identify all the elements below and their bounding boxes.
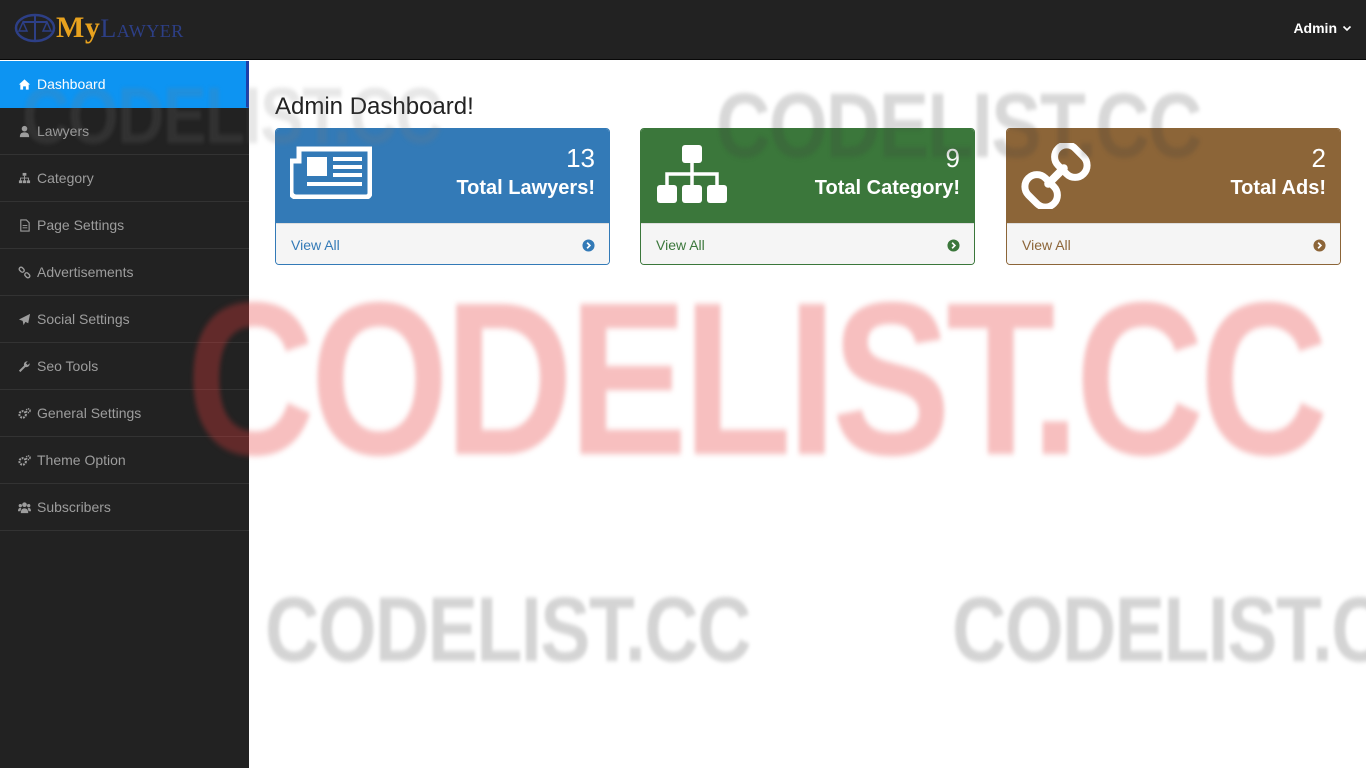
brand-my: My (56, 11, 101, 44)
view-all-label: View All (291, 237, 340, 253)
sidebar-item-category[interactable]: Category (0, 155, 249, 202)
view-all-label: View All (656, 237, 705, 253)
sidebar-item-social-settings[interactable]: Social Settings (0, 296, 249, 343)
lawyers-label: Total Lawyers! (456, 177, 595, 199)
arrow-circle-right-icon (947, 238, 960, 252)
sidebar-item-advertisements[interactable]: Advertisements (0, 249, 249, 296)
user-name: Admin (1293, 20, 1337, 36)
view-all-label: View All (1022, 237, 1071, 253)
admin-user-menu[interactable]: Admin (1293, 20, 1352, 36)
sidebar-item-seo-tools[interactable]: Seo Tools (0, 343, 249, 390)
category-view-all-link[interactable]: View All (641, 223, 974, 264)
lawyers-view-all-link[interactable]: View All (276, 223, 609, 264)
sidebar-item-label: Subscribers (37, 499, 111, 515)
sidebar-item-label: Category (37, 170, 94, 186)
sidebar-item-theme-option[interactable]: Theme Option (0, 437, 249, 484)
sidebar-item-general-settings[interactable]: General Settings (0, 390, 249, 437)
sitemap-icon (17, 171, 31, 185)
panel-heading: 9 Total Category! (641, 129, 974, 223)
sidebar-item-dashboard[interactable]: Dashboard (0, 61, 249, 108)
user-tie-icon (17, 124, 31, 138)
file-icon (17, 218, 31, 232)
ads-label: Total Ads! (1230, 177, 1326, 199)
sidebar-item-label: Page Settings (37, 217, 125, 233)
sidebar-item-label: Advertisements (37, 264, 134, 280)
sitemap-icon (657, 145, 727, 203)
scales-of-justice-icon (14, 13, 56, 43)
users-icon (17, 500, 31, 514)
ads-count: 2 (1311, 143, 1326, 173)
category-count: 9 (945, 143, 960, 173)
sidebar-item-label: Lawyers (37, 123, 90, 139)
link-icon (17, 265, 31, 279)
brand-lawyer: Lawyer (100, 14, 184, 43)
chain-link-icon (1021, 143, 1091, 209)
sidebar-item-label: Social Settings (37, 311, 130, 327)
chevron-down-icon (1342, 25, 1352, 32)
cogs-icon (17, 406, 31, 420)
sidebar-item-lawyers[interactable]: Lawyers (0, 108, 249, 155)
category-stat-panel: 9 Total Category! View All (640, 128, 975, 265)
panel-heading: 13 Total Lawyers! (276, 129, 609, 223)
ads-stat-panel: 2 Total Ads! View All (1006, 128, 1341, 265)
wrench-icon (17, 359, 31, 373)
sidebar-item-label: Seo Tools (37, 358, 99, 374)
sidebar-item-label: Theme Option (37, 452, 126, 468)
arrow-circle-right-icon (1313, 238, 1326, 252)
category-label: Total Category! (814, 177, 960, 199)
arrow-circle-right-icon (582, 238, 595, 252)
home-icon (17, 77, 31, 91)
lawyers-count: 13 (566, 143, 595, 173)
sidebar-item-label: General Settings (37, 405, 142, 421)
cogs-icon (17, 453, 31, 467)
paper-plane-icon (17, 312, 31, 326)
brand-logo[interactable]: My Lawyer (14, 8, 184, 48)
top-navbar: My Lawyer Admin (0, 0, 1366, 60)
sidebar-item-subscribers[interactable]: Subscribers (0, 484, 249, 531)
page-title: Admin Dashboard! (275, 93, 474, 120)
ads-view-all-link[interactable]: View All (1007, 223, 1340, 264)
main-content: Admin Dashboard! 13 Total Lawyers! View … (249, 61, 1366, 768)
sidebar-item-page-settings[interactable]: Page Settings (0, 202, 249, 249)
panel-heading: 2 Total Ads! (1007, 129, 1340, 223)
sidebar-item-label: Dashboard (37, 76, 106, 92)
newspaper-icon (290, 146, 372, 199)
sidebar: Dashboard Lawyers Category Page Settings… (0, 61, 249, 768)
lawyers-stat-panel: 13 Total Lawyers! View All (275, 128, 610, 265)
